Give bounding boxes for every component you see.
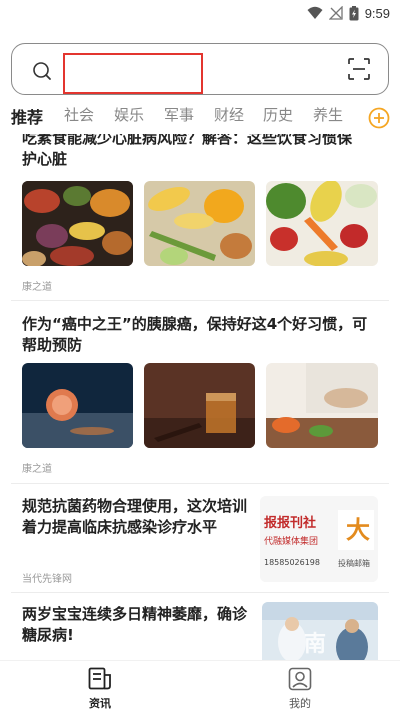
thumb-watermark: 南 [304, 632, 327, 657]
search-input[interactable] [64, 52, 324, 86]
article-title: 两岁宝宝连续多日精神萎靡，确诊 糖尿病! [22, 604, 257, 646]
category-tabs: 推荐 社会 娱乐 军事 财经 历史 养生 [0, 104, 400, 132]
article-title-line: 着力提高临床抗感染诊疗水平 [22, 518, 218, 536]
divider [11, 300, 389, 301]
status-icons: 9:59 [307, 4, 390, 22]
cooking-image [266, 363, 378, 448]
article-title: 作为“癌中之王”的胰腺癌，保持好这4个好习惯，可 帮助预防 [22, 314, 382, 356]
wifi-icon [307, 6, 323, 19]
newspaper-image: 报报刊社 代融媒体集团 18585026198 大 投稿邮箱 [260, 496, 378, 582]
scan-icon[interactable] [348, 58, 370, 80]
tab-finance[interactable]: 财经 [214, 104, 244, 125]
article-title-line: 作为“癌中之王”的胰腺癌，保持好这4个好习惯，可 [22, 315, 368, 333]
status-bar: 9:59 [0, 0, 400, 26]
nav-news[interactable]: 资讯 [70, 665, 130, 711]
divider [11, 483, 389, 484]
profile-icon [288, 667, 312, 691]
article-source: 康之道 [22, 282, 52, 293]
vegetables-image [22, 181, 133, 266]
article-title-line: 护心脏 [22, 150, 68, 168]
article-title-line: 糖尿病! [22, 626, 74, 644]
whiskey-image [144, 363, 255, 448]
news-icon [88, 667, 111, 690]
news-feed[interactable]: 吃素食能减少心脏病风险？解答：这些饮食习惯保 护心脏 康之道 作为“癌中之王”的… [0, 134, 400, 660]
produce-image [266, 181, 378, 266]
article-title-line: 吃素食能减少心脏病风险？解答：这些饮食习惯保 [22, 134, 353, 147]
thumb-text: 18585026198 [264, 558, 320, 567]
cell-image [22, 363, 133, 448]
article-source: 当代先锋网 [22, 574, 72, 585]
nav-profile[interactable]: 我的 [270, 665, 330, 711]
tab-recommend[interactable]: 推荐 [11, 104, 43, 128]
article-title-line: 帮助预防 [22, 336, 83, 354]
no-signal-icon [328, 6, 343, 20]
search-icon[interactable] [31, 60, 53, 82]
article-title: 吃素食能减少心脏病风险？解答：这些饮食习惯保 护心脏 [22, 134, 382, 170]
bottom-nav: 资讯 我的 [0, 660, 400, 712]
tab-military[interactable]: 军事 [164, 104, 194, 125]
article-source: 康之道 [22, 464, 52, 475]
battery-charging-icon [349, 5, 359, 20]
status-time: 9:59 [364, 5, 390, 21]
article-title-line: 两岁宝宝连续多日精神萎靡，确诊 [22, 605, 248, 623]
hospital-image: 南 [262, 602, 378, 660]
thumb-text: 报报刊社 [264, 516, 317, 531]
article-title-line: 规范抗菌药物合理使用，这次培训 [22, 497, 248, 515]
tab-entertainment[interactable]: 娱乐 [114, 104, 144, 125]
article-title: 规范抗菌药物合理使用，这次培训 着力提高临床抗感染诊疗水平 [22, 496, 257, 538]
search-bar[interactable] [11, 43, 389, 95]
add-tab-icon[interactable] [368, 107, 390, 129]
nav-label: 资讯 [89, 697, 111, 710]
divider [11, 592, 389, 593]
tab-health[interactable]: 养生 [313, 104, 343, 125]
thumb-text: 代融媒体集团 [264, 537, 319, 547]
tab-society[interactable]: 社会 [64, 104, 94, 125]
thumb-text: 投稿邮箱 [338, 559, 370, 568]
tab-history[interactable]: 历史 [263, 104, 293, 125]
thumb-text: 大 [346, 516, 370, 544]
corn-vegetables-image [144, 181, 255, 266]
nav-label: 我的 [289, 697, 311, 710]
